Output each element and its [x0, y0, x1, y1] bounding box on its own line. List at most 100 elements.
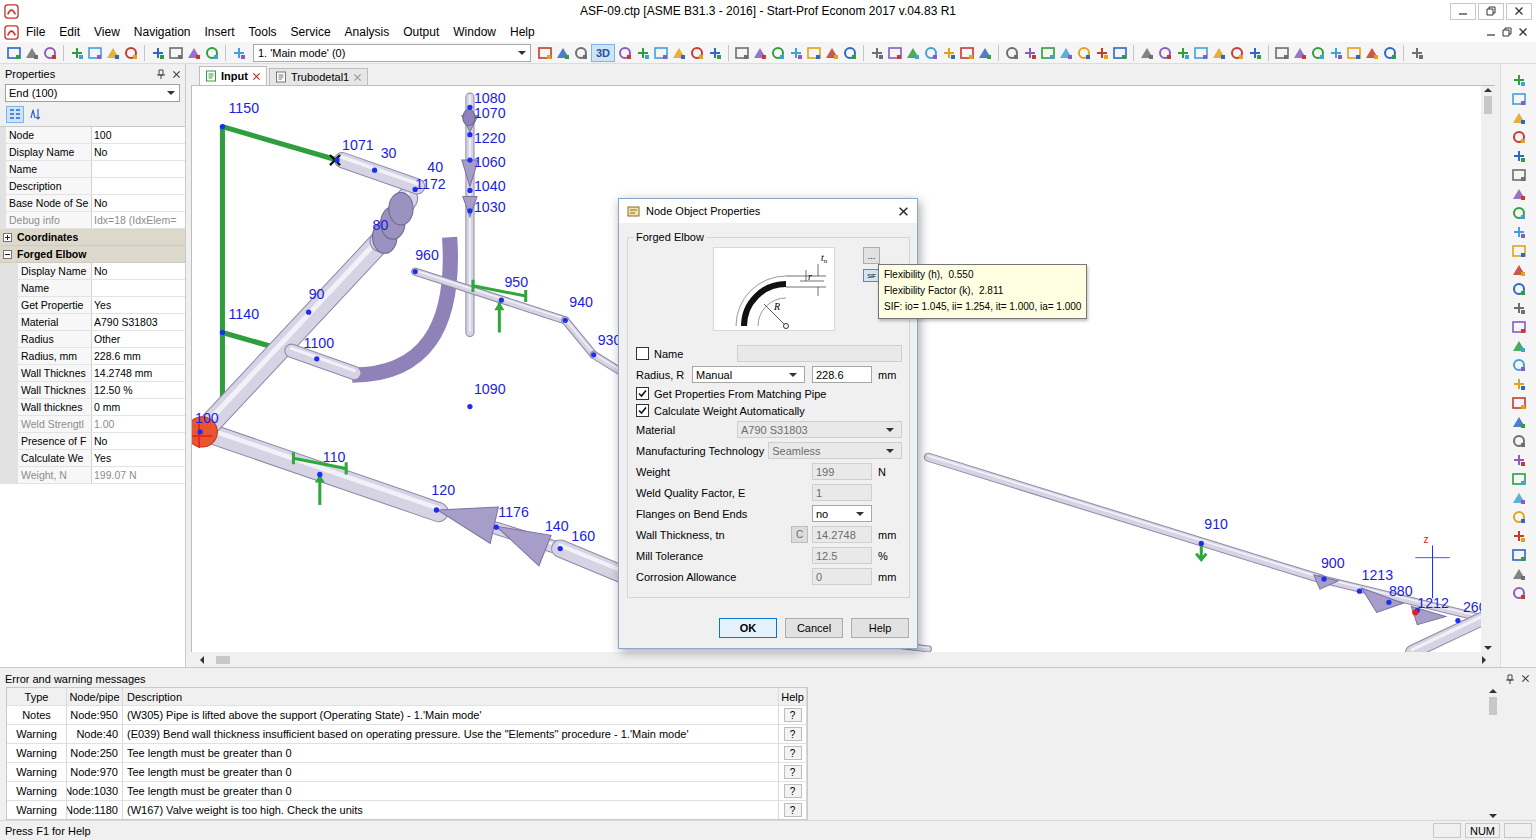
- name-input[interactable]: [737, 345, 902, 362]
- tool-icon[interactable]: [1364, 45, 1380, 61]
- help-button[interactable]: ?: [784, 765, 802, 779]
- tool-icon[interactable]: [788, 45, 804, 61]
- node-point[interactable]: [434, 507, 439, 512]
- node-label[interactable]: 260: [1463, 599, 1481, 615]
- tool-icon[interactable]: [977, 45, 993, 61]
- tool-icon[interactable]: [537, 45, 553, 61]
- node-point[interactable]: [1455, 618, 1460, 623]
- tool-icon[interactable]: [1193, 45, 1209, 61]
- tool-icon[interactable]: [752, 45, 768, 61]
- node-label[interactable]: 1140: [229, 306, 260, 322]
- tool-icon[interactable]: [671, 45, 687, 61]
- property-row[interactable]: Get PropertieYes: [0, 297, 185, 314]
- checkbox-row[interactable]: Get Properties From Matching Pipe: [636, 385, 902, 402]
- menu-item[interactable]: Edit: [52, 23, 87, 41]
- node-label[interactable]: 1213: [1362, 567, 1394, 583]
- side-tool-icon[interactable]: [1511, 566, 1527, 582]
- pipe[interactable]: [928, 456, 1321, 579]
- node-label[interactable]: 90: [309, 286, 325, 302]
- menu-item[interactable]: Service: [284, 23, 338, 41]
- tool-icon[interactable]: [42, 45, 58, 61]
- tool-icon[interactable]: [1040, 45, 1056, 61]
- node-label[interactable]: 140: [545, 518, 569, 534]
- pipe[interactable]: [565, 319, 593, 355]
- property-row[interactable]: Presence of FNo: [0, 433, 185, 450]
- node-label[interactable]: 160: [571, 528, 595, 544]
- node-point[interactable]: [413, 269, 418, 274]
- node-label[interactable]: 40: [427, 159, 443, 175]
- side-tool-icon[interactable]: [1511, 224, 1527, 240]
- pin-icon[interactable]: [1505, 674, 1515, 684]
- tool-icon[interactable]: [941, 45, 957, 61]
- node-label[interactable]: 1071: [342, 137, 374, 153]
- pipe[interactable]: [342, 157, 417, 186]
- side-tool-icon[interactable]: [1511, 509, 1527, 525]
- node-point[interactable]: [1321, 576, 1326, 581]
- side-tool-icon[interactable]: [1511, 414, 1527, 430]
- tool-icon[interactable]: [824, 45, 840, 61]
- node-point[interactable]: [1386, 600, 1391, 605]
- tool-icon[interactable]: [1058, 45, 1074, 61]
- tool-icon[interactable]: [1328, 45, 1344, 61]
- tool-icon[interactable]: [1139, 45, 1155, 61]
- node-label[interactable]: 940: [569, 294, 593, 310]
- tool-icon[interactable]: [806, 45, 822, 61]
- node-point[interactable]: [220, 330, 225, 335]
- document-tab[interactable]: Input: [199, 66, 267, 85]
- object-selector[interactable]: End (100): [5, 84, 180, 102]
- restore-button[interactable]: [1478, 3, 1504, 20]
- tool-icon[interactable]: [168, 45, 184, 61]
- side-tool-icon[interactable]: [1511, 490, 1527, 506]
- property-row[interactable]: Radius, mm228.6 mm: [0, 348, 185, 365]
- table-row[interactable]: WarningNode:1030Tee length must be great…: [7, 782, 807, 801]
- node-point[interactable]: [467, 188, 472, 193]
- node-label[interactable]: 1030: [474, 199, 506, 215]
- node-label[interactable]: 1060: [474, 154, 506, 170]
- node-label[interactable]: 1212: [1417, 595, 1449, 611]
- property-row[interactable]: Weight, N199.07 N: [0, 467, 185, 484]
- tab-close-icon[interactable]: [252, 72, 261, 81]
- tool-icon[interactable]: [1382, 45, 1398, 61]
- tool-icon[interactable]: [105, 45, 121, 61]
- close-icon[interactable]: [1521, 674, 1530, 683]
- menu-item[interactable]: View: [87, 23, 127, 41]
- table-row[interactable]: WarningNode:970Tee length must be greate…: [7, 763, 807, 782]
- node-label[interactable]: 1080: [474, 90, 506, 106]
- node-label[interactable]: 1172: [415, 176, 446, 192]
- property-row[interactable]: Wall Thicknes12.50 %: [0, 382, 185, 399]
- property-row[interactable]: MaterialA790 S31803: [0, 314, 185, 331]
- side-tool-icon[interactable]: [1511, 243, 1527, 259]
- side-tool-icon[interactable]: [1511, 471, 1527, 487]
- node-label[interactable]: 1220: [474, 130, 506, 146]
- horizontal-scrollbar[interactable]: [191, 652, 1495, 667]
- checkbox-row[interactable]: Calculate Weight Automatically: [636, 402, 902, 419]
- node-point[interactable]: [591, 352, 596, 357]
- mode-combo[interactable]: 1. 'Main mode' (0): [253, 44, 531, 62]
- node-point[interactable]: [306, 310, 311, 315]
- tool-icon[interactable]: [1409, 45, 1425, 61]
- side-tool-icon[interactable]: [1511, 167, 1527, 183]
- tool-icon[interactable]: [1076, 45, 1092, 61]
- side-tool-icon[interactable]: [1511, 376, 1527, 392]
- node-label[interactable]: 1090: [474, 381, 506, 397]
- node-point[interactable]: [220, 124, 225, 129]
- node-label[interactable]: 950: [504, 274, 528, 290]
- mdi-close-icon[interactable]: [1518, 27, 1528, 37]
- node-point[interactable]: [317, 472, 322, 477]
- minimize-button[interactable]: [1450, 3, 1476, 20]
- property-row[interactable]: Description: [0, 178, 185, 195]
- property-row[interactable]: Debug infoIdx=18 (IdxElem=: [0, 212, 185, 229]
- node-point[interactable]: [467, 208, 472, 213]
- tool-icon[interactable]: [653, 45, 669, 61]
- property-row[interactable]: Display NameNo: [0, 263, 185, 280]
- select-field[interactable]: Seamless: [768, 442, 902, 459]
- table-row[interactable]: NotesNode:950(W305) Pipe is lifted above…: [7, 706, 807, 725]
- side-tool-icon[interactable]: [1511, 357, 1527, 373]
- tool-icon[interactable]: [1094, 45, 1110, 61]
- tool-icon[interactable]: [923, 45, 939, 61]
- messages-scrollbar[interactable]: [1486, 687, 1500, 820]
- side-tool-icon[interactable]: [1511, 262, 1527, 278]
- tab-close-icon[interactable]: [353, 73, 362, 82]
- side-tool-icon[interactable]: [1511, 528, 1527, 544]
- tool-icon[interactable]: [1274, 45, 1290, 61]
